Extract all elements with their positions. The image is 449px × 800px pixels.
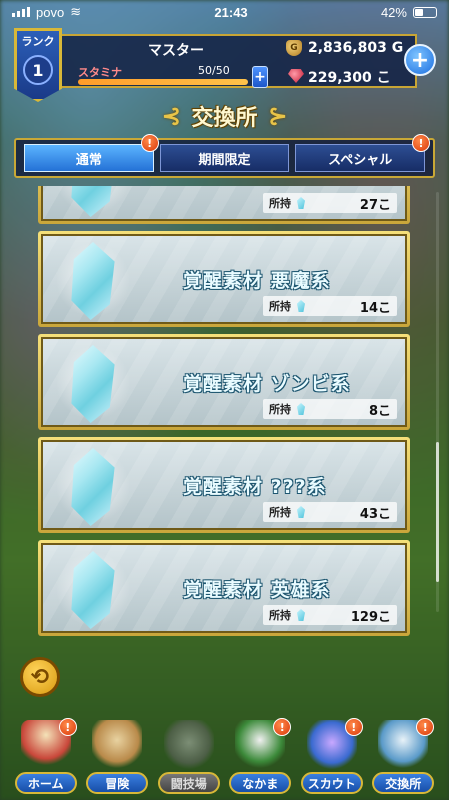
exchange-tabs: 通常 ! 期間限定 スペシャル ! (14, 134, 435, 178)
nav-label: 冒険 (86, 772, 149, 794)
owned-count: 129こ (350, 609, 391, 625)
battery-percent: 42% (380, 4, 407, 20)
tab-normal[interactable]: 通常 ! (24, 134, 159, 172)
ornament-left-icon: ⊰ (161, 102, 182, 130)
owned-count: 27こ (359, 197, 391, 213)
item-card: 覚醒素材 ゾンビ系 所持 8こ (41, 337, 407, 427)
crystal-small-icon (297, 609, 305, 621)
alert-badge-icon: ! (412, 134, 431, 152)
red-gem-icon (288, 69, 304, 83)
exchange-item[interactable]: 覚醒素材 悪魔系 所持 14こ (38, 231, 410, 327)
alert-badge-icon: ! (344, 718, 363, 736)
exchange-item[interactable]: 覚醒素材 ???系 所持 43こ (38, 437, 410, 533)
tab-label: スペシャル (328, 152, 393, 168)
exchange-item[interactable]: 覚醒素材 英雄系 所持 129こ (38, 540, 410, 636)
signal-icon (12, 7, 30, 17)
wagon-icon (92, 720, 143, 770)
stamina-plus-button[interactable]: + (252, 66, 268, 88)
owned-count-bar: 所持 14こ (263, 296, 397, 316)
owned-label: 所持 (269, 506, 291, 519)
alert-badge-icon: ! (58, 718, 77, 736)
tab-label: 通常 (75, 152, 102, 168)
rank-badge: ランク 1 (14, 28, 62, 102)
battery-status: 42% (381, 5, 437, 20)
alert-badge-icon: ! (140, 134, 159, 152)
carrier-name: povo (36, 4, 65, 20)
add-gems-button[interactable]: + (404, 44, 436, 76)
alert-badge-icon: ! (273, 718, 292, 736)
crystal-small-icon (297, 300, 305, 312)
rank-value: 1 (23, 55, 53, 85)
gold-amount: 2,836,803 G (308, 40, 404, 56)
exchange-item-list[interactable]: 所持 27こ 覚醒素材 悪魔系 所持 14こ 覚醒素材 ゾンビ系 所持 8こ 覚… (38, 186, 410, 636)
owned-label: 所持 (269, 197, 291, 210)
owned-count-bar: 所持 8こ (263, 399, 397, 419)
page-title-banner: ⊰ 交換所 ⊱ (0, 98, 449, 134)
nav-scout[interactable]: スカウト ! (300, 714, 363, 794)
item-name: 覚醒素材 悪魔系 (183, 270, 331, 292)
owned-count-bar: 所持 43こ (263, 502, 397, 522)
nav-arena[interactable]: 闘技場 (157, 714, 220, 794)
nav-label: なかま (229, 772, 292, 794)
stamina-label: スタミナ (78, 66, 122, 79)
rank-label: ランク (21, 35, 55, 48)
wifi-icon: ≋ (70, 4, 82, 19)
nav-party[interactable]: なかま ! (229, 714, 292, 794)
owned-count: 14こ (359, 300, 391, 316)
owned-count: 43こ (359, 506, 391, 522)
crystal-small-icon (297, 197, 305, 209)
gem-amount: 229,300 こ (308, 70, 391, 86)
item-card: 所持 27こ (41, 186, 407, 221)
alert-badge-icon: ! (416, 718, 435, 736)
bottom-navigation: ホーム ! 冒険 闘技場 なかま ! スカウト ! 交換所 ! (0, 714, 449, 800)
item-name: 覚醒素材 ゾンビ系 (183, 373, 351, 395)
crystal-small-icon (297, 403, 305, 415)
owned-label: 所持 (269, 403, 291, 416)
item-card: 覚醒素材 悪魔系 所持 14こ (41, 234, 407, 324)
stamina-bar (78, 79, 248, 85)
scroll-thumb[interactable] (436, 442, 439, 582)
item-card: 覚醒素材 ???系 所持 43こ (41, 440, 407, 530)
nav-label: ホーム (14, 772, 77, 794)
stamina-value: 50/50 (198, 64, 230, 77)
status-bar: povo ≋ 21:43 42% (0, 0, 449, 24)
item-name: 覚醒素材 英雄系 (183, 579, 331, 601)
nav-adventure[interactable]: 冒険 (86, 714, 149, 794)
lock-icon (163, 720, 214, 770)
player-header: マスター G 2,836,803 G スタミナ 50/50 + 229,300 … (0, 28, 449, 102)
exchange-item[interactable]: 所持 27こ (38, 186, 410, 224)
list-scrollbar[interactable] (436, 192, 439, 612)
exchange-item[interactable]: 覚醒素材 ゾンビ系 所持 8こ (38, 334, 410, 430)
owned-count-bar: 所持 129こ (263, 605, 397, 625)
nav-label: 交換所 (372, 772, 435, 794)
page-title: 交換所 (191, 106, 258, 131)
owned-label: 所持 (269, 609, 291, 622)
ornament-right-icon: ⊱ (267, 102, 288, 130)
tab-limited[interactable]: 期間限定 (159, 144, 290, 172)
owned-count: 8こ (368, 403, 391, 419)
clock: 21:43 (214, 4, 248, 20)
player-name: マスター (148, 43, 204, 59)
owned-label: 所持 (269, 300, 291, 313)
tab-special[interactable]: スペシャル ! (295, 134, 431, 172)
crystal-small-icon (297, 506, 305, 518)
status-left: povo ≋ (12, 4, 81, 20)
nav-label: スカウト (300, 772, 363, 794)
item-name: 覚醒素材 ???系 (183, 476, 327, 498)
player-info-bar: マスター G 2,836,803 G スタミナ 50/50 + 229,300 … (62, 34, 417, 88)
back-button[interactable]: ⟲ (20, 657, 60, 697)
stamina-fill (78, 79, 248, 85)
money-bag-icon: G (286, 40, 302, 56)
item-card: 覚醒素材 英雄系 所持 129こ (41, 543, 407, 633)
nav-label: 闘技場 (157, 772, 220, 794)
battery-icon (412, 6, 437, 18)
owned-count-bar: 所持 27こ (263, 193, 397, 213)
nav-home[interactable]: ホーム ! (14, 714, 77, 794)
tab-label: 期間限定 (198, 152, 251, 168)
nav-exchange[interactable]: 交換所 ! (372, 714, 435, 794)
